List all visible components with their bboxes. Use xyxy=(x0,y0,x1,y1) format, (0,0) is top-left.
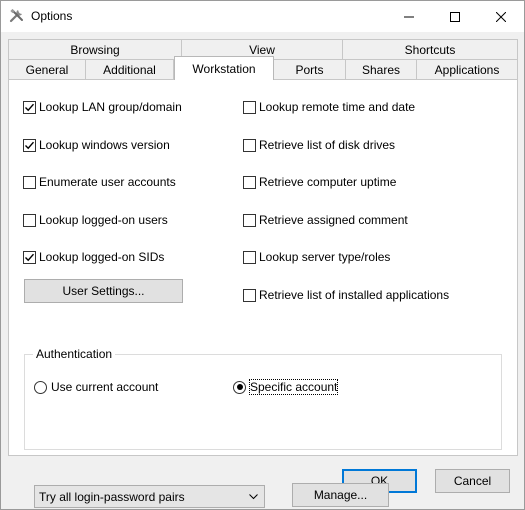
option-retrieve-assigned-comment[interactable]: Retrieve assigned comment xyxy=(243,212,408,228)
tab-label: Shares xyxy=(361,63,401,77)
option-lookup-lan-group[interactable]: Lookup LAN group/domain xyxy=(23,99,182,115)
checkbox[interactable] xyxy=(243,100,256,114)
tab-label: Workstation xyxy=(192,61,256,76)
option-enumerate-user-accounts[interactable]: Enumerate user accounts xyxy=(23,174,176,190)
checkbox[interactable] xyxy=(23,138,36,152)
specific-account-radio[interactable]: Specific account xyxy=(233,379,339,395)
tab-label: Browsing xyxy=(70,43,120,57)
radio-label: Use current account xyxy=(51,380,159,394)
minimize-icon xyxy=(404,16,414,17)
option-lookup-remote-time[interactable]: Lookup remote time and date xyxy=(243,99,415,115)
dropdown-value: Try all login-password pairs xyxy=(39,489,185,504)
authentication-group: Authentication Use current account Speci… xyxy=(24,347,502,508)
option-label: Lookup LAN group/domain xyxy=(39,100,182,114)
option-label: Retrieve list of installed applications xyxy=(259,288,450,302)
button-label: User Settings... xyxy=(62,284,145,298)
user-settings-button[interactable]: User Settings... xyxy=(24,279,183,303)
minimize-button[interactable] xyxy=(386,1,432,32)
option-lookup-logged-on-sids[interactable]: Lookup logged-on SIDs xyxy=(23,249,164,265)
workstation-panel: Lookup LAN group/domain Lookup windows v… xyxy=(8,79,518,508)
option-label: Retrieve computer uptime xyxy=(259,175,397,189)
checkbox[interactable] xyxy=(23,100,36,114)
maximize-button[interactable] xyxy=(432,1,478,32)
checkbox[interactable] xyxy=(243,138,256,152)
option-label: Lookup windows version xyxy=(39,138,170,152)
authentication-group-label: Authentication xyxy=(33,347,116,361)
radio-button[interactable] xyxy=(34,380,47,394)
tab-label: Applications xyxy=(434,63,500,77)
option-retrieve-installed-applications[interactable]: Retrieve list of installed applications xyxy=(243,287,449,303)
options-dialog: Options Browsing View Shortcuts General xyxy=(0,0,525,510)
cancel-button[interactable]: Cancel xyxy=(435,469,510,493)
maximize-icon xyxy=(450,11,460,22)
tab-shares[interactable]: Shares xyxy=(345,59,417,80)
title-bar[interactable]: Options xyxy=(1,1,524,32)
tab-label: Ports xyxy=(295,63,324,77)
option-label: Enumerate user accounts xyxy=(39,175,176,189)
window-title: Options xyxy=(31,9,73,23)
checkbox[interactable] xyxy=(23,175,36,189)
option-retrieve-computer-uptime[interactable]: Retrieve computer uptime xyxy=(243,174,396,190)
use-current-account-radio[interactable]: Use current account xyxy=(34,379,158,395)
tab-label: Shortcuts xyxy=(404,43,456,57)
checkbox[interactable] xyxy=(23,213,36,227)
radio-button[interactable] xyxy=(233,380,246,394)
option-retrieve-disk-drives[interactable]: Retrieve list of disk drives xyxy=(243,137,395,153)
tab-additional[interactable]: Additional xyxy=(85,59,174,80)
tab-browsing[interactable]: Browsing xyxy=(8,39,182,60)
checkbox[interactable] xyxy=(243,175,256,189)
tools-icon xyxy=(9,8,25,24)
tab-ports[interactable]: Ports xyxy=(273,59,346,80)
option-label: Lookup server type/roles xyxy=(259,250,391,264)
checkbox[interactable] xyxy=(243,213,256,227)
option-label: Retrieve assigned comment xyxy=(259,213,408,227)
checkmark-icon xyxy=(25,253,35,261)
tab-general[interactable]: General xyxy=(8,59,86,80)
tab-applications[interactable]: Applications xyxy=(416,59,518,80)
option-label: Lookup logged-on users xyxy=(39,213,168,227)
tab-label: Additional xyxy=(103,63,156,77)
option-lookup-server-type[interactable]: Lookup server type/roles xyxy=(243,249,390,265)
option-lookup-windows-version[interactable]: Lookup windows version xyxy=(23,137,170,153)
chevron-down-icon xyxy=(249,494,258,500)
tab-shortcuts[interactable]: Shortcuts xyxy=(342,39,518,60)
checkmark-icon xyxy=(25,103,35,111)
close-icon xyxy=(496,11,506,22)
checkmark-icon xyxy=(25,141,35,149)
option-label: Lookup logged-on SIDs xyxy=(39,250,165,264)
tab-label: General xyxy=(25,63,69,77)
tab-label: View xyxy=(249,43,275,57)
checkbox[interactable] xyxy=(243,288,256,302)
login-pairs-dropdown[interactable]: Try all login-password pairs xyxy=(34,485,265,508)
manage-button[interactable]: Manage... xyxy=(292,483,389,507)
radio-label: Specific account xyxy=(248,379,339,395)
option-label: Retrieve list of disk drives xyxy=(259,138,396,152)
checkbox[interactable] xyxy=(23,250,36,264)
checkbox[interactable] xyxy=(243,250,256,264)
button-label: Manage... xyxy=(313,488,368,502)
button-label: Cancel xyxy=(453,474,492,488)
option-lookup-logged-on-users[interactable]: Lookup logged-on users xyxy=(23,212,168,228)
close-button[interactable] xyxy=(478,1,524,32)
option-label: Lookup remote time and date xyxy=(259,100,416,114)
tab-workstation[interactable]: Workstation xyxy=(174,56,274,80)
